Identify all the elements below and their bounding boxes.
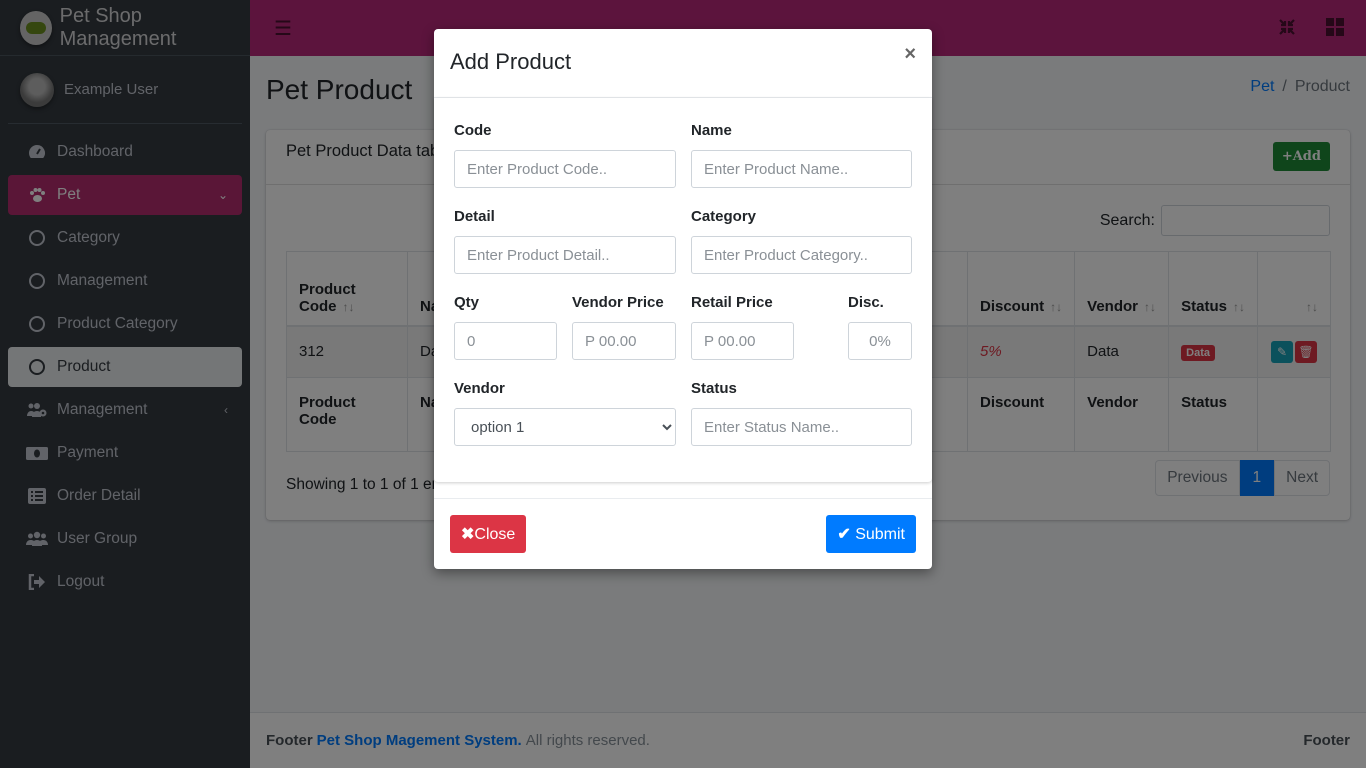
product-detail-input[interactable] xyxy=(454,236,676,274)
submit-button-label: Submit xyxy=(855,526,905,543)
vendor-price-label: Vendor Price xyxy=(572,294,664,311)
modal-title: Add Product xyxy=(450,49,572,74)
category-label: Category xyxy=(691,208,757,225)
product-category-input[interactable] xyxy=(691,236,912,274)
discount-input[interactable] xyxy=(848,322,912,360)
modal-close-x-button[interactable]: × xyxy=(904,43,916,66)
modal-header: Add Product × xyxy=(434,29,932,98)
status-input[interactable] xyxy=(691,408,912,446)
code-label: Code xyxy=(454,122,492,139)
times-icon: ✖ xyxy=(461,526,475,543)
name-label: Name xyxy=(691,122,732,139)
detail-label: Detail xyxy=(454,208,495,225)
check-icon: ✔ xyxy=(837,526,856,543)
submit-button[interactable]: ✔ Submit xyxy=(826,515,916,553)
close-button[interactable]: ✖Close xyxy=(450,515,527,553)
retail-price-label: Retail Price xyxy=(691,294,773,311)
product-code-input[interactable] xyxy=(454,150,676,188)
disc-label: Disc. xyxy=(848,294,884,311)
close-button-label: Close xyxy=(474,526,516,543)
add-product-modal: Add Product × Code Name Detail Category … xyxy=(434,29,932,569)
retail-price-input[interactable] xyxy=(691,322,794,360)
status-label: Status xyxy=(691,380,737,397)
modal-body: Code Name Detail Category Qty Vendor Pri… xyxy=(434,98,932,482)
vendor-select[interactable]: option 1 xyxy=(454,408,676,446)
modal-footer: ✖Close ✔ Submit xyxy=(434,498,932,569)
product-name-input[interactable] xyxy=(691,150,912,188)
qty-label: Qty xyxy=(454,294,480,311)
vendor-price-input[interactable] xyxy=(572,322,676,360)
qty-input[interactable] xyxy=(454,322,557,360)
vendor-label: Vendor xyxy=(454,380,505,397)
